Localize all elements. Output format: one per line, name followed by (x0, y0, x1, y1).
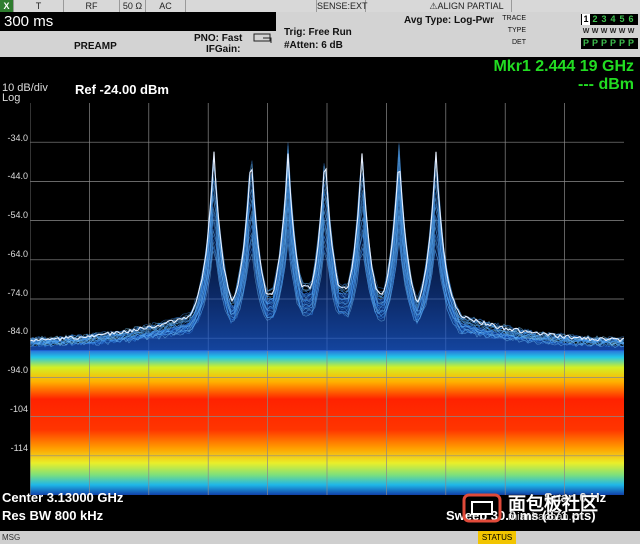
align-label: ALIGN PARTIAL (437, 1, 504, 11)
type-label: TYPE (507, 27, 526, 34)
trace-detectors: P P P P P P (581, 38, 638, 49)
align-indicator: ⚠ALIGN PARTIAL (422, 0, 512, 12)
impedance-indicator: 50 Ω (120, 0, 146, 12)
y-tick-label: -34.0 (7, 133, 28, 143)
reference-level[interactable]: Ref -24.00 dBm (75, 82, 169, 97)
marker-readout-level: --- dBm (578, 76, 634, 93)
span[interactable]: Span 0 Hz (544, 490, 606, 505)
spectrum-plot[interactable] (30, 103, 624, 495)
trigger-mode: Trig: Free Run (284, 27, 352, 38)
trace-4-indicator[interactable]: 4 (609, 14, 617, 25)
top-status-strip: X T RF 50 Ω AC SENSE:EXT ⚠ALIGN PARTIAL (0, 0, 640, 12)
trace-digits: 1 2 3 4 5 6 (581, 14, 638, 25)
det-6: P (627, 38, 634, 48)
type-4: W (609, 28, 617, 35)
marker-readout-frequency: Mkr1 2.444 19 GHz (493, 58, 634, 75)
preamp-label: PREAMP (74, 41, 117, 52)
type-2: W (591, 28, 599, 35)
settings-header: 300 ms PREAMP PNO: Fast IFGain: Trig: Fr… (0, 12, 640, 57)
instrument-mode-icon[interactable]: X (0, 0, 14, 12)
trace-label: TRACE (502, 15, 526, 22)
type-1: W (582, 28, 590, 35)
y-tick-label: -64.0 (7, 249, 28, 259)
trace-6-indicator[interactable]: 6 (627, 14, 635, 25)
attenuation: #Atten: 6 dB (284, 40, 343, 51)
trigger-indicator: T (14, 0, 64, 12)
y-tick-label: -104 (9, 404, 28, 414)
pno-fast-label: PNO: Fast (194, 33, 243, 44)
msg-label: MSG (2, 533, 21, 542)
avg-type: Avg Type: Log-Pwr (404, 15, 494, 26)
trace-types: W W W W W W (581, 26, 638, 37)
sweep-info[interactable]: Sweep 30.0 ms (871 pts) (446, 508, 596, 523)
y-tick-label: -114 (10, 443, 28, 453)
det-3: P (600, 38, 607, 48)
coupling-indicator: AC (146, 0, 186, 12)
message-bar: MSG STATUS (0, 531, 640, 544)
type-6: W (627, 28, 635, 35)
log-label: Log (2, 92, 21, 104)
resolution-bandwidth[interactable]: Res BW 800 kHz (2, 508, 103, 523)
det-2: P (591, 38, 598, 48)
type-5: W (618, 28, 626, 35)
trace-1-indicator[interactable]: 1 (582, 14, 590, 25)
spectrum-display[interactable]: 10 dB/div Log Ref -24.00 dBm Mkr1 2.444 … (0, 57, 640, 531)
trace-3-indicator[interactable]: 3 (600, 14, 608, 25)
det-1: P (582, 38, 589, 48)
center-frequency[interactable]: Center 3.13000 GHz (2, 490, 123, 505)
rf-input-indicator: RF (64, 0, 120, 12)
trace-5-indicator[interactable]: 5 (618, 14, 626, 25)
y-tick-label: -54.0 (7, 210, 28, 220)
if-gain-toggle-icon[interactable] (253, 32, 275, 44)
if-gain-label: IFGain: (206, 44, 241, 55)
det-5: P (618, 38, 625, 48)
det-4: P (609, 38, 616, 48)
det-label: DET (512, 39, 526, 46)
y-tick-label: -84.0 (7, 326, 28, 336)
y-tick-label: -74.0 (7, 288, 28, 298)
status-indicator[interactable]: STATUS (478, 531, 516, 544)
sweep-time-display[interactable]: 300 ms (0, 12, 276, 31)
y-tick-label: -94.0 (7, 365, 28, 375)
y-tick-label: -44.0 (7, 171, 28, 181)
sense-ext-indicator: SENSE:EXT (316, 0, 368, 12)
trace-2-indicator[interactable]: 2 (591, 14, 599, 25)
type-3: W (600, 28, 608, 35)
